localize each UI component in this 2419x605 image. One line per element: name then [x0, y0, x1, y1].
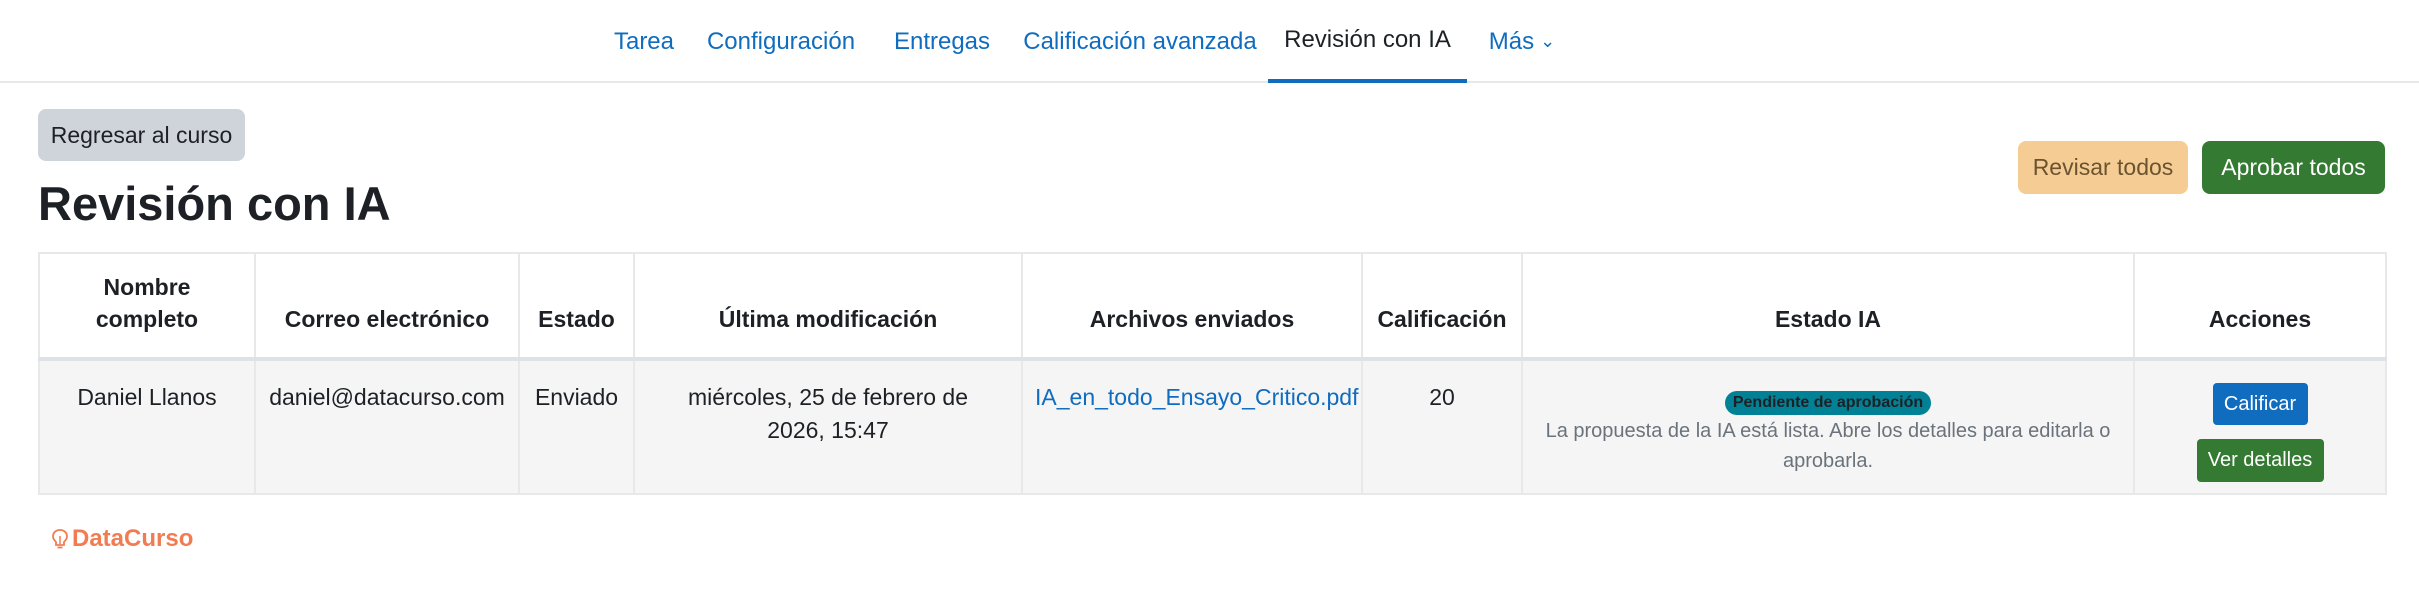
view-details-button[interactable]: Ver detalles — [2196, 439, 2324, 482]
button-label: Revisar todos — [2032, 154, 2174, 180]
tab-label: Configuración — [706, 27, 856, 55]
submissions-table: Nombre completo Correo electrónico Estad… — [38, 252, 2387, 495]
secondary-navigation: Tarea Configuración Entregas Calificació… — [0, 0, 2419, 83]
lightbulb-icon — [52, 529, 68, 549]
header-files: Archivos enviados — [1021, 252, 1363, 361]
header-email[interactable]: Correo electrónico — [254, 252, 520, 361]
tab-entregas[interactable]: Entregas — [890, 0, 994, 83]
cell-grade: 20 — [1361, 358, 1523, 495]
back-to-course-button[interactable]: Regresar al curso — [38, 109, 245, 161]
tab-label: Calificación avanzada — [1023, 27, 1257, 55]
ai-status-badge: Pendiente de aprobación — [1724, 391, 1932, 415]
header-status[interactable]: Estado — [518, 252, 635, 361]
approve-all-button[interactable]: Aprobar todos — [2202, 141, 2385, 194]
button-label: Regresar al curso — [50, 121, 233, 148]
table-header-row: Nombre completo Correo electrónico Estad… — [38, 252, 2387, 361]
tab-calificacion-avanzada[interactable]: Calificación avanzada — [1022, 0, 1258, 83]
header-ai-status: Estado IA — [1521, 252, 2135, 361]
ai-status-description: La propuesta de la IA está lista. Abre l… — [1545, 420, 2111, 472]
tab-mas[interactable]: Más ⌄ — [1482, 0, 1562, 83]
cell-actions: Calificar Ver detalles — [2133, 358, 2387, 495]
review-all-button[interactable]: Revisar todos — [2018, 141, 2188, 194]
cell-modified: miércoles, 25 de febrero de 2026, 15:47 — [633, 358, 1023, 495]
header-grade[interactable]: Calificación — [1361, 252, 1523, 361]
grade-button[interactable]: Calificar — [2212, 383, 2308, 425]
datacurso-logo: DataCurso — [50, 525, 193, 553]
tab-label: Entregas — [893, 27, 991, 55]
cell-email: daniel@datacurso.com — [254, 358, 520, 495]
submitted-file-link[interactable]: IA_en_todo_Ensayo_Critico.pdf — [1035, 384, 1359, 410]
header-modified[interactable]: Última modificación — [633, 252, 1023, 361]
tab-configuracion[interactable]: Configuración — [700, 0, 862, 83]
tab-label: Más — [1488, 27, 1535, 55]
button-label: Aprobar todos — [2221, 154, 2366, 180]
tab-revision-con-ia[interactable]: Revisión con IA — [1268, 0, 1467, 83]
page-title: Revisión con IA — [38, 177, 391, 230]
tab-label: Revisión con IA — [1284, 25, 1451, 53]
cell-status: Enviado — [518, 358, 635, 495]
header-name[interactable]: Nombre completo — [38, 252, 256, 361]
cell-name: Daniel Llanos — [38, 358, 256, 495]
brand-name: DataCurso — [72, 525, 194, 552]
tab-label: Tarea — [613, 27, 675, 55]
cell-files: IA_en_todo_Ensayo_Critico.pdf — [1021, 358, 1363, 495]
cell-ai-status: Pendiente de aprobación La propuesta de … — [1521, 358, 2135, 495]
header-actions: Acciones — [2133, 252, 2387, 361]
tab-tarea[interactable]: Tarea — [604, 0, 684, 83]
chevron-down-icon: ⌄ — [1540, 31, 1556, 51]
table-row: Daniel Llanos daniel@datacurso.com Envia… — [38, 358, 2387, 495]
